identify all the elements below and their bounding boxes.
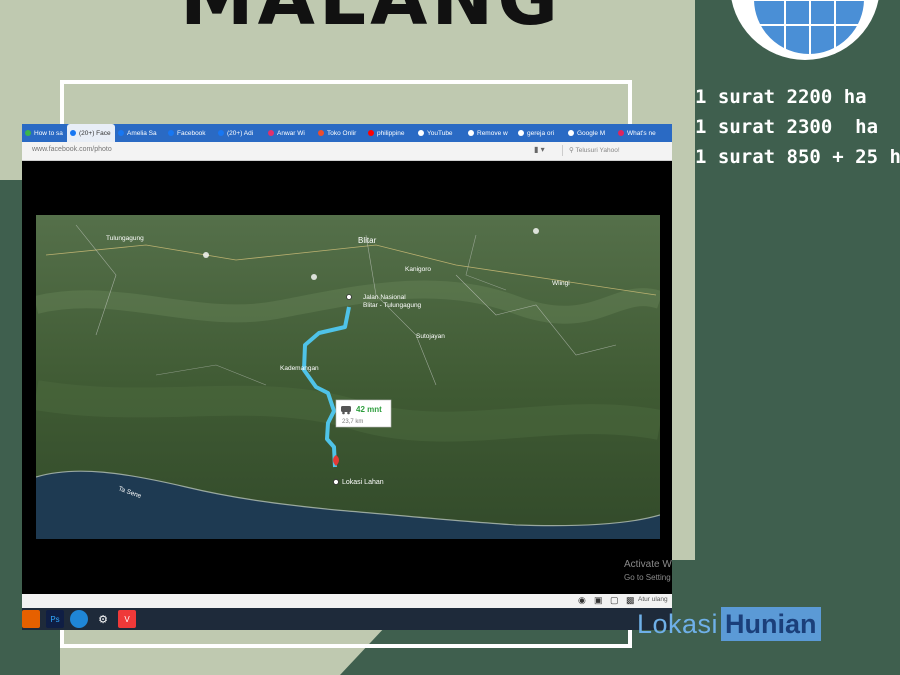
facebook-icon [118,130,124,136]
browser-tab-bar: How to sa (20+) Face Amelia Sa Facebook … [22,124,672,142]
browser-tab[interactable]: Amelia Sa [115,124,165,142]
google-icon [418,130,424,136]
youtube-icon [368,130,374,136]
place-label: Sutojayan [416,333,445,340]
route-info-card[interactable]: 42 mnt 23,7 km [335,399,392,428]
place-label: Jalan Nasional [363,294,406,301]
browser-tab[interactable]: gereja ori [515,124,565,142]
settings-icon[interactable]: ⚙ [94,610,112,628]
google-icon [518,130,524,136]
autoplay-label: Atur ulang [638,596,668,603]
browser-tab[interactable]: philippine [365,124,415,142]
logo-part2: Hunian [721,607,821,641]
facebook-icon [168,130,174,136]
place-label: Blitar - Tulungagung [363,302,422,309]
screenshot: How to sa (20+) Face Amelia Sa Facebook … [22,124,672,630]
certificate-line: 1 surat 850 + 25 ha [695,146,900,168]
search-input[interactable]: ⚲ Telusuri Yahoo! [562,145,667,156]
land-certificate-list: 1 surat 2200 ha 1 surat 2300 ha 1 surat … [695,82,900,172]
route-distance: 23,7 km [342,419,363,425]
place-label: Kanigoro [405,266,431,273]
browser-tab[interactable]: YouTube [415,124,465,142]
satellite-map: Tulungagung Blitar Kanigoro Wlingi Jalan… [36,215,660,539]
shop-icon [318,130,324,136]
bookmark-icon[interactable]: ▮ ▾ [534,145,545,154]
windows-taskbar: Ps ⚙ V [22,608,672,630]
browser-tab[interactable]: Remove w [465,124,515,142]
google-icon [468,130,474,136]
instagram-icon [268,130,274,136]
car-icon [341,406,351,412]
browser-tab[interactable]: (20+) Adi [215,124,265,142]
screen-icon[interactable]: ▢ [610,595,619,606]
browser-tab-active[interactable]: (20+) Face [67,124,115,142]
place-label: Kademangan [280,365,319,372]
whats-new-icon [618,130,624,136]
place-label: Wlingi [552,280,570,287]
edge-icon[interactable] [70,610,88,628]
lokasi-hunian-logo: Lokasi Hunian [637,607,821,641]
firefox-icon[interactable] [22,610,40,628]
photoshop-icon[interactable]: Ps [46,610,64,628]
tab-favicon-icon [70,130,76,136]
place-label: Lokasi Lahan [342,479,384,486]
browser-tab[interactable]: What's ne [615,124,665,142]
google-icon [568,130,574,136]
windows-activation-watermark: Activate W Go to Setting [624,559,672,582]
tab-favicon-icon [25,130,31,136]
browser-tab[interactable]: Toko Onlir [315,124,365,142]
fullscreen-icon[interactable]: ▩ [626,595,635,606]
browser-tab[interactable]: Facebook [165,124,215,142]
certificate-line: 1 surat 2300 ha [695,116,879,138]
route-start-marker [346,294,352,300]
route-time: 42 mnt [356,405,382,414]
camera-icon[interactable]: ◉ [578,595,586,606]
destination-marker [333,479,339,485]
browser-tab[interactable]: How to sa [22,124,67,142]
facebook-icon [218,130,224,136]
vivaldi-icon[interactable]: V [118,610,136,628]
address-bar: www.facebook.com/photo ▮ ▾ ⚲ Telusuri Ya… [22,142,672,161]
certificate-line: 1 surat 2200 ha [695,86,867,108]
browser-tab[interactable]: Anwar Wi [265,124,315,142]
url-field[interactable]: www.facebook.com/photo [32,146,112,153]
logo-part1: Lokasi [637,608,719,639]
place-label: Tulungagung [106,235,144,242]
photo-viewer-controls: ◉ ▣ ▢ ▩ Atur ulang [22,594,672,608]
place-label: Blitar [358,236,377,245]
poster-title: MALANG [180,0,562,36]
window-icon[interactable]: ▣ [594,595,603,606]
browser-tab[interactable]: Google M [565,124,615,142]
